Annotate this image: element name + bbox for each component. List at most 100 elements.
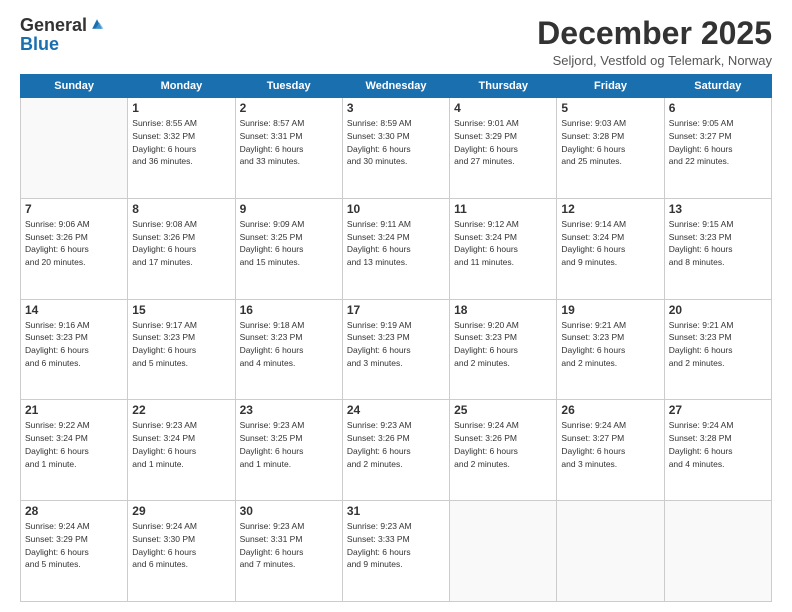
day-info: Sunrise: 9:15 AMSunset: 3:23 PMDaylight:… — [669, 218, 767, 269]
day-info: Sunrise: 9:24 AMSunset: 3:30 PMDaylight:… — [132, 520, 230, 571]
calendar-cell: 21Sunrise: 9:22 AMSunset: 3:24 PMDayligh… — [21, 400, 128, 501]
day-info: Sunrise: 9:03 AMSunset: 3:28 PMDaylight:… — [561, 117, 659, 168]
day-info: Sunrise: 9:23 AMSunset: 3:25 PMDaylight:… — [240, 419, 338, 470]
day-number: 6 — [669, 101, 767, 115]
day-number: 4 — [454, 101, 552, 115]
calendar-page: General Blue December 2025 Seljord, Vest… — [0, 0, 792, 612]
day-info: Sunrise: 9:23 AMSunset: 3:33 PMDaylight:… — [347, 520, 445, 571]
calendar-cell: 16 Sunrise: 9:18 AMSunset: 3:23 PMDayligh… — [235, 299, 342, 400]
day-number: 3 — [347, 101, 445, 115]
calendar-cell: 25Sunrise: 9:24 AMSunset: 3:26 PMDayligh… — [450, 400, 557, 501]
day-number: 12 — [561, 202, 659, 216]
logo: General Blue — [20, 16, 105, 55]
day-number: 13 — [669, 202, 767, 216]
calendar-cell — [21, 98, 128, 199]
day-info: Sunrise: 9:05 AMSunset: 3:27 PMDaylight:… — [669, 117, 767, 168]
calendar-cell: 1Sunrise: 8:55 AMSunset: 3:32 PMDaylight… — [128, 98, 235, 199]
calendar-cell: 24Sunrise: 9:23 AMSunset: 3:26 PMDayligh… — [342, 400, 449, 501]
day-info: Sunrise: 9:14 AMSunset: 3:24 PMDaylight:… — [561, 218, 659, 269]
day-number: 19 — [561, 303, 659, 317]
day-info: Sunrise: 9:23 AMSunset: 3:31 PMDaylight:… — [240, 520, 338, 571]
calendar-cell: 30Sunrise: 9:23 AMSunset: 3:31 PMDayligh… — [235, 501, 342, 602]
day-number: 25 — [454, 403, 552, 417]
day-info: Sunrise: 9:06 AMSunset: 3:26 PMDaylight:… — [25, 218, 123, 269]
calendar-table: SundayMondayTuesdayWednesdayThursdayFrid… — [20, 74, 772, 602]
calendar-cell: 2 Sunrise: 8:57 AMSunset: 3:31 PMDaylight… — [235, 98, 342, 199]
day-header-monday: Monday — [128, 75, 235, 98]
day-header-wednesday: Wednesday — [342, 75, 449, 98]
calendar-cell — [450, 501, 557, 602]
calendar-week-row: 1Sunrise: 8:55 AMSunset: 3:32 PMDaylight… — [21, 98, 772, 199]
calendar-cell: 26Sunrise: 9:24 AMSunset: 3:27 PMDayligh… — [557, 400, 664, 501]
day-number: 31 — [347, 504, 445, 518]
calendar-cell: 7 Sunrise: 9:06 AMSunset: 3:26 PMDaylight… — [21, 198, 128, 299]
day-info: Sunrise: 9:12 AMSunset: 3:24 PMDaylight:… — [454, 218, 552, 269]
calendar-cell: 4 Sunrise: 9:01 AMSunset: 3:29 PMDaylight… — [450, 98, 557, 199]
day-number: 7 — [25, 202, 123, 216]
day-info: Sunrise: 9:01 AMSunset: 3:29 PMDaylight:… — [454, 117, 552, 168]
calendar-week-row: 14Sunrise: 9:16 AMSunset: 3:23 PMDayligh… — [21, 299, 772, 400]
day-number: 1 — [132, 101, 230, 115]
header: General Blue December 2025 Seljord, Vest… — [20, 16, 772, 68]
day-number: 2 — [240, 101, 338, 115]
day-number: 11 — [454, 202, 552, 216]
calendar-cell: 19 Sunrise: 9:21 AMSunset: 3:23 PMDayligh… — [557, 299, 664, 400]
day-info: Sunrise: 9:08 AMSunset: 3:26 PMDaylight:… — [132, 218, 230, 269]
calendar-week-row: 28 Sunrise: 9:24 AMSunset: 3:29 PMDayligh… — [21, 501, 772, 602]
day-number: 27 — [669, 403, 767, 417]
calendar-cell: 20 Sunrise: 9:21 AMSunset: 3:23 PMDayligh… — [664, 299, 771, 400]
calendar-cell: 12 Sunrise: 9:14 AMSunset: 3:24 PMDayligh… — [557, 198, 664, 299]
day-header-friday: Friday — [557, 75, 664, 98]
logo-icon — [89, 16, 105, 32]
location-subtitle: Seljord, Vestfold og Telemark, Norway — [537, 53, 772, 68]
day-info: Sunrise: 9:11 AMSunset: 3:24 PMDaylight:… — [347, 218, 445, 269]
day-info: Sunrise: 9:24 AMSunset: 3:29 PMDaylight:… — [25, 520, 123, 571]
day-header-sunday: Sunday — [21, 75, 128, 98]
month-title: December 2025 — [537, 16, 772, 51]
calendar-cell: 27 Sunrise: 9:24 AMSunset: 3:28 PMDayligh… — [664, 400, 771, 501]
day-info: Sunrise: 8:57 AMSunset: 3:31 PMDaylight:… — [240, 117, 338, 168]
day-number: 20 — [669, 303, 767, 317]
calendar-cell: 23 Sunrise: 9:23 AMSunset: 3:25 PMDayligh… — [235, 400, 342, 501]
day-info: Sunrise: 9:23 AMSunset: 3:24 PMDaylight:… — [132, 419, 230, 470]
day-info: Sunrise: 9:16 AMSunset: 3:23 PMDaylight:… — [25, 319, 123, 370]
day-number: 18 — [454, 303, 552, 317]
calendar-week-row: 21Sunrise: 9:22 AMSunset: 3:24 PMDayligh… — [21, 400, 772, 501]
calendar-cell — [664, 501, 771, 602]
day-number: 22 — [132, 403, 230, 417]
logo-blue-text: Blue — [20, 34, 59, 55]
day-info: Sunrise: 9:21 AMSunset: 3:23 PMDaylight:… — [561, 319, 659, 370]
day-number: 16 — [240, 303, 338, 317]
calendar-cell: 28 Sunrise: 9:24 AMSunset: 3:29 PMDayligh… — [21, 501, 128, 602]
calendar-cell: 13 Sunrise: 9:15 AMSunset: 3:23 PMDayligh… — [664, 198, 771, 299]
day-info: Sunrise: 9:19 AMSunset: 3:23 PMDaylight:… — [347, 319, 445, 370]
day-number: 9 — [240, 202, 338, 216]
day-info: Sunrise: 9:24 AMSunset: 3:28 PMDaylight:… — [669, 419, 767, 470]
day-number: 5 — [561, 101, 659, 115]
title-block: December 2025 Seljord, Vestfold og Telem… — [537, 16, 772, 68]
day-info: Sunrise: 9:09 AMSunset: 3:25 PMDaylight:… — [240, 218, 338, 269]
day-info: Sunrise: 9:20 AMSunset: 3:23 PMDaylight:… — [454, 319, 552, 370]
day-number: 29 — [132, 504, 230, 518]
day-number: 28 — [25, 504, 123, 518]
calendar-header-row: SundayMondayTuesdayWednesdayThursdayFrid… — [21, 75, 772, 98]
day-info: Sunrise: 8:59 AMSunset: 3:30 PMDaylight:… — [347, 117, 445, 168]
day-number: 24 — [347, 403, 445, 417]
calendar-cell: 10Sunrise: 9:11 AMSunset: 3:24 PMDayligh… — [342, 198, 449, 299]
calendar-cell: 5 Sunrise: 9:03 AMSunset: 3:28 PMDaylight… — [557, 98, 664, 199]
calendar-cell: 15Sunrise: 9:17 AMSunset: 3:23 PMDayligh… — [128, 299, 235, 400]
calendar-cell: 14Sunrise: 9:16 AMSunset: 3:23 PMDayligh… — [21, 299, 128, 400]
day-header-thursday: Thursday — [450, 75, 557, 98]
calendar-cell: 9 Sunrise: 9:09 AMSunset: 3:25 PMDaylight… — [235, 198, 342, 299]
calendar-cell: 17 Sunrise: 9:19 AMSunset: 3:23 PMDayligh… — [342, 299, 449, 400]
day-info: Sunrise: 9:18 AMSunset: 3:23 PMDaylight:… — [240, 319, 338, 370]
calendar-cell — [557, 501, 664, 602]
day-number: 8 — [132, 202, 230, 216]
calendar-cell: 18 Sunrise: 9:20 AMSunset: 3:23 PMDayligh… — [450, 299, 557, 400]
day-number: 26 — [561, 403, 659, 417]
day-info: Sunrise: 9:17 AMSunset: 3:23 PMDaylight:… — [132, 319, 230, 370]
day-info: Sunrise: 9:21 AMSunset: 3:23 PMDaylight:… — [669, 319, 767, 370]
calendar-cell: 22 Sunrise: 9:23 AMSunset: 3:24 PMDayligh… — [128, 400, 235, 501]
day-number: 23 — [240, 403, 338, 417]
day-number: 17 — [347, 303, 445, 317]
